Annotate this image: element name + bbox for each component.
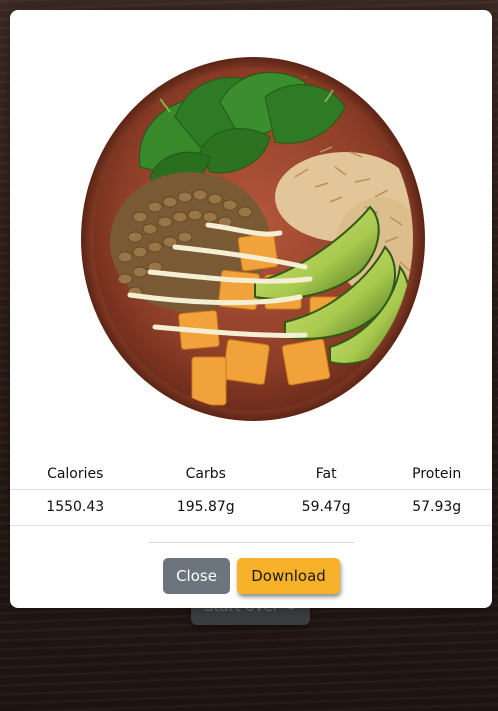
nutrition-table: Calories Carbs Fat Protein 1550.43 195.8…	[10, 459, 492, 526]
table-row: 1550.43 195.87g 59.47g 57.93g	[10, 488, 492, 526]
header-protein: Protein	[412, 465, 462, 482]
close-button[interactable]: Close	[163, 558, 230, 594]
header-calories: Calories	[47, 465, 104, 482]
value-carbs: 195.87g	[140, 488, 271, 526]
header-fat: Fat	[315, 465, 337, 482]
value-calories: 1550.43	[10, 488, 141, 526]
food-bowl-illustration	[81, 57, 425, 421]
value-protein: 57.93g	[381, 488, 492, 526]
table-header-row: Calories Carbs Fat Protein	[10, 459, 492, 489]
value-fat: 59.47g	[270, 488, 382, 526]
footer-divider	[148, 542, 354, 543]
header-carbs: Carbs	[185, 465, 226, 482]
results-modal: Calories Carbs Fat Protein 1550.43 195.8…	[10, 10, 492, 608]
food-bowl-image	[80, 57, 426, 421]
download-button[interactable]: Download	[237, 558, 340, 594]
